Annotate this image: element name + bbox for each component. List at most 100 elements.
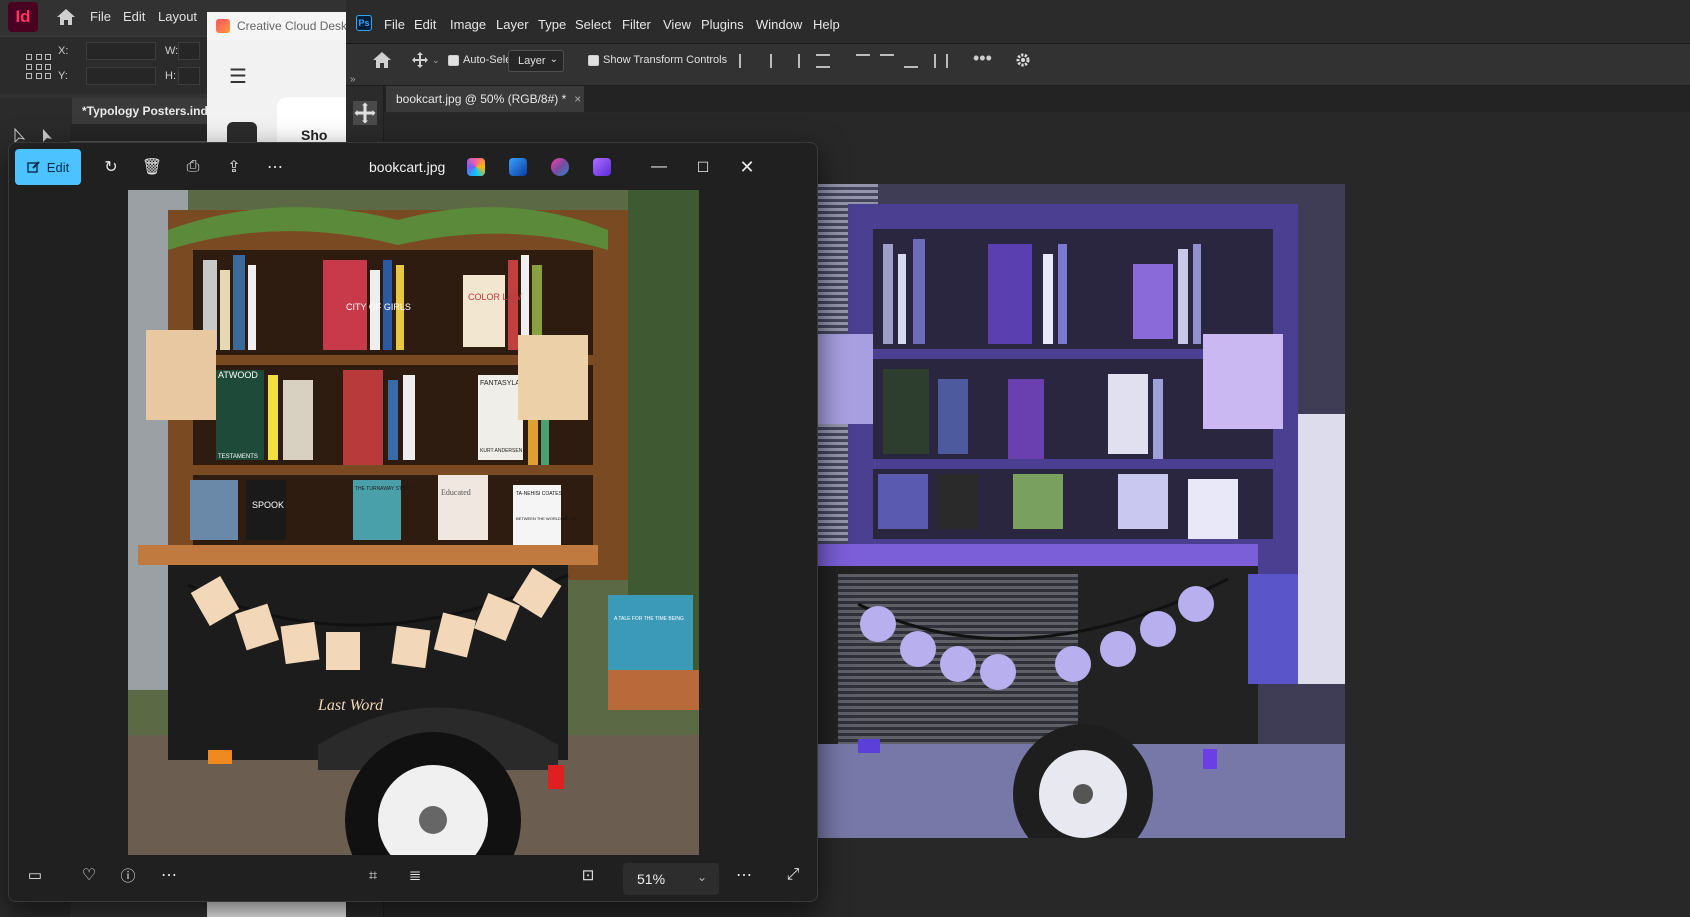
- maximize-icon[interactable]: ☐: [689, 153, 717, 181]
- edit-button[interactable]: Edit: [15, 149, 81, 185]
- ps-sign-right: [1203, 334, 1283, 429]
- sign-right: [518, 335, 588, 420]
- book-title-educated: Educated: [441, 488, 471, 497]
- align-center-icon[interactable]: [764, 54, 772, 68]
- reference-point-icon[interactable]: [26, 54, 52, 80]
- id-menu-edit[interactable]: Edit: [123, 9, 145, 24]
- ps-menu-view[interactable]: View: [663, 17, 691, 32]
- book-title-between-the-world: BETWEEN THE WORLD AND ME: [516, 516, 578, 521]
- more-options-bottom-icon[interactable]: ⋯: [155, 861, 183, 889]
- close-tab-icon[interactable]: ×: [574, 92, 581, 106]
- ps-canvas-image[interactable]: [818, 184, 1345, 838]
- more-options-icon[interactable]: ⋯: [261, 153, 289, 181]
- delete-icon[interactable]: 🗑: [138, 153, 166, 181]
- ps-menu-select[interactable]: Select: [575, 17, 611, 32]
- align-bottom-icon[interactable]: [904, 54, 918, 68]
- gear-icon[interactable]: [1015, 52, 1031, 68]
- ps-menu-file[interactable]: File: [384, 17, 405, 32]
- close-icon[interactable]: ✕: [733, 153, 761, 181]
- more-options-icon[interactable]: •••: [973, 48, 992, 69]
- ps-menu-plugins[interactable]: Plugins: [701, 17, 744, 32]
- book-title-spook: SPOOK: [252, 500, 284, 510]
- id-document-tab[interactable]: *Typology Posters.indd: [72, 98, 215, 124]
- clipchamp-icon[interactable]: [593, 158, 611, 176]
- info-icon[interactable]: ⓘ: [114, 861, 142, 889]
- edit-pencil-icon: [27, 161, 40, 173]
- distribute-vertical-icon[interactable]: [816, 54, 830, 68]
- zoom-dropdown[interactable]: 51% ⌄: [623, 863, 719, 895]
- ps-home-icon[interactable]: [372, 51, 392, 69]
- zoom-value: 51%: [637, 871, 666, 887]
- book-author-kurt-andersen: KURT ANDERSEN: [480, 448, 523, 454]
- chevron-down-icon: ⌄: [549, 54, 558, 65]
- align-left-icon[interactable]: [739, 54, 753, 68]
- layer-select-dropdown[interactable]: Layer ⌄: [508, 50, 564, 72]
- ps-menu-edit[interactable]: Edit: [414, 17, 436, 32]
- home-icon[interactable]: [56, 8, 76, 26]
- copilot-icon[interactable]: [467, 158, 485, 176]
- photo-image[interactable]: CITY OF GIRLS COLOR LAW ATWOOD TESTAMENT…: [128, 190, 699, 855]
- photoshop-app-icon[interactable]: Ps: [356, 15, 372, 31]
- favorite-heart-icon[interactable]: ♡: [75, 861, 103, 889]
- ps-menu-layer[interactable]: Layer: [496, 17, 529, 32]
- ps-menu-image[interactable]: Image: [450, 17, 486, 32]
- book-title-color-law: COLOR LAW: [468, 292, 522, 302]
- move-tool-icon[interactable]: [353, 101, 377, 125]
- reflector-red: [548, 765, 564, 789]
- align-middle-icon[interactable]: [880, 54, 894, 62]
- ps-menu-filter[interactable]: Filter: [622, 17, 651, 32]
- align-right-icon[interactable]: [786, 54, 800, 68]
- h-field[interactable]: [178, 67, 200, 85]
- filmstrip-icon[interactable]: ▭: [21, 861, 49, 889]
- h-field-label: H:: [165, 70, 176, 82]
- fit-to-window-icon[interactable]: ⊡: [574, 861, 602, 889]
- visual-search-icon[interactable]: ⌗: [359, 861, 387, 889]
- ps-menu-window[interactable]: Window: [756, 17, 802, 32]
- book-title-city-of-girls: CITY OF GIRLS: [346, 302, 411, 312]
- book-title-atwood: ATWOOD: [218, 370, 258, 380]
- print-icon[interactable]: ⎙: [179, 153, 207, 181]
- book-title-turnaway-study: THE TURNAWAY STUDY: [355, 486, 413, 492]
- ps-document-tab[interactable]: bookcart.jpg @ 50% (RGB/8#) * ×: [386, 86, 584, 112]
- text-recognition-icon[interactable]: ≣: [401, 861, 429, 889]
- hamburger-menu-icon[interactable]: ☰: [229, 64, 247, 89]
- rotate-icon[interactable]: ↻: [97, 153, 125, 181]
- distribute-horizontal-icon[interactable]: [934, 54, 948, 68]
- w-field[interactable]: [178, 42, 200, 60]
- y-field[interactable]: [86, 67, 156, 85]
- ps-menu-help[interactable]: Help: [813, 17, 840, 32]
- show-transform-checkbox[interactable]: [588, 55, 599, 66]
- banner-text: Last Word: [317, 697, 384, 714]
- ps-document-tab-label: bookcart.jpg @ 50% (RGB/8#) *: [396, 92, 567, 106]
- more-options-zoom-icon[interactable]: ⋯: [730, 861, 758, 889]
- auto-select-checkbox[interactable]: [448, 55, 459, 66]
- x-field-label: X:: [58, 45, 69, 57]
- move-tool-dropdown-icon[interactable]: ⌄: [432, 55, 440, 66]
- ps-sign-left: [818, 334, 873, 424]
- book-title-ta-nehisi-coates: TA-NEHISI COATES: [516, 491, 563, 497]
- share-icon[interactable]: ⇪: [220, 153, 248, 181]
- align-top-icon[interactable]: [856, 54, 870, 68]
- id-menu-layout[interactable]: Layout: [158, 9, 197, 24]
- photos-window: Edit ↻ 🗑 ⎙ ⇪ ⋯ bookcart.jpg — ☐ ✕ CITY O…: [8, 142, 818, 902]
- creative-cloud-logo-icon: [216, 19, 230, 33]
- photo-editor-icon[interactable]: [509, 158, 527, 176]
- sign-left: [146, 330, 216, 420]
- book-title-testaments: TESTAMENTS: [218, 454, 258, 460]
- x-field[interactable]: [86, 42, 156, 60]
- edit-button-label: Edit: [46, 159, 70, 175]
- minimize-icon[interactable]: —: [645, 153, 673, 181]
- fullscreen-icon[interactable]: ⤢: [779, 861, 807, 889]
- indesign-app-icon[interactable]: Id: [8, 2, 38, 32]
- reflector-orange: [208, 750, 232, 764]
- ruler: [70, 124, 210, 142]
- show-transform-label: Show Transform Controls: [603, 54, 728, 66]
- id-menu-file[interactable]: File: [90, 9, 111, 24]
- move-tool-icon[interactable]: [412, 52, 428, 68]
- collapse-panel-icon[interactable]: »: [350, 74, 356, 85]
- designer-icon[interactable]: [551, 158, 569, 176]
- ps-menu-type[interactable]: Type: [538, 17, 566, 32]
- photos-file-title: bookcart.jpg: [369, 159, 446, 175]
- w-field-label: W:: [165, 45, 179, 57]
- chevron-down-icon: ⌄: [696, 870, 707, 884]
